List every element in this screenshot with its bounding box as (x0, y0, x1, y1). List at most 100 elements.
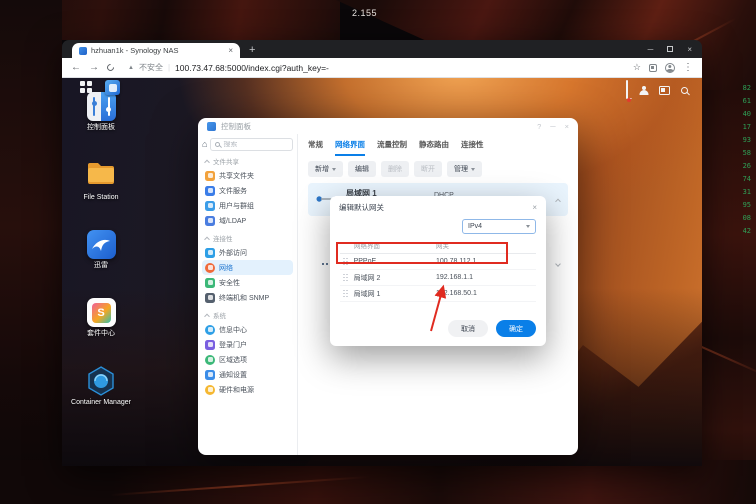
window-maximize-button[interactable] (667, 46, 674, 52)
sidebar-search[interactable] (210, 138, 293, 151)
browser-menu-icon[interactable]: ⋮ (683, 62, 693, 73)
search-input[interactable] (223, 141, 288, 148)
close-icon[interactable]: × (565, 122, 569, 131)
sidebar-item-shared-folder[interactable]: 共享文件夹 (202, 168, 293, 183)
main-menu-icon[interactable] (80, 81, 94, 95)
expand-chevron-icon[interactable] (555, 261, 561, 267)
home-icon[interactable]: ⌂ (202, 140, 207, 149)
url-text: 100.73.47.68:5000/index.cgi?auth_key=- (175, 62, 329, 73)
control-panel-titlebar[interactable]: 控制面板 ? ─ × (198, 118, 578, 134)
gateway-row-lan1[interactable]: 局域网 1 192.168.50.1 (340, 286, 536, 302)
network-icon (205, 262, 215, 273)
manage-button[interactable]: 管理 (447, 161, 482, 177)
ok-button[interactable]: 确定 (496, 320, 536, 337)
synology-favicon (79, 46, 87, 55)
shortcut-control-panel[interactable]: 控制面板 (67, 92, 135, 132)
network-tabs: 常规 网络界面 流量控制 静态路由 连接性 (308, 137, 568, 156)
search-icon[interactable] (681, 86, 688, 94)
minimize-icon[interactable]: ─ (550, 122, 555, 131)
file-services-icon (205, 185, 215, 196)
terminal-icon (205, 292, 215, 303)
security-shield-icon (205, 277, 215, 288)
create-button[interactable]: 新增 (308, 161, 343, 177)
ip-version-dropdown[interactable]: IPv4 (462, 219, 536, 234)
sidebar-item-info-center[interactable]: 信息中心 (202, 322, 293, 337)
tab-static-route[interactable]: 静态路由 (419, 139, 449, 156)
dsm-tray (626, 80, 688, 102)
sidebar-item-login-portal[interactable]: 登录门户 (202, 337, 293, 352)
reload-icon[interactable] (105, 62, 116, 73)
wallpaper-shard (0, 0, 62, 504)
pinned-app-icon[interactable] (105, 80, 120, 95)
search-icon (215, 142, 221, 147)
drag-handle-icon[interactable] (343, 292, 345, 295)
user-group-icon (205, 200, 215, 211)
extensions-icon[interactable] (649, 63, 657, 72)
shortcut-package-center[interactable]: S 套件中心 (67, 298, 135, 338)
help-icon[interactable]: ? (537, 122, 541, 131)
edit-button[interactable]: 编辑 (348, 161, 376, 177)
browser-address-bar: ← → ▲ 不安全 | 100.73.47.68:5000/index.cgi?… (62, 58, 702, 78)
file-station-folder-icon (86, 160, 116, 191)
drag-handle-icon[interactable] (343, 276, 345, 279)
browser-tab[interactable]: hzhuan1k - Synology NAS × (72, 43, 240, 58)
dialog-close-icon[interactable]: × (532, 203, 537, 212)
tab-network-interface[interactable]: 网络界面 (335, 139, 365, 156)
back-icon[interactable]: ← (71, 62, 81, 73)
sidebar-section-system[interactable]: 系统 (204, 310, 290, 320)
sidebar-section-connectivity[interactable]: 连接性 (204, 233, 290, 243)
tab-close-icon[interactable]: × (228, 46, 233, 55)
collapse-chevron-icon[interactable] (555, 198, 561, 204)
profile-icon[interactable] (665, 62, 675, 73)
not-secure-icon: ▲ (128, 64, 134, 71)
sidebar-item-hardware-power[interactable]: 硬件和电源 (202, 382, 293, 397)
delete-button[interactable]: 删除 (381, 161, 409, 177)
pppoe-dots-icon (322, 262, 325, 266)
gateway-row-pppoe[interactable]: PPPoE 100.78.112.1 (340, 254, 536, 270)
info-center-icon (205, 324, 215, 335)
user-account-icon[interactable] (639, 86, 648, 95)
forward-icon[interactable]: → (89, 62, 99, 73)
gateway-table-header: 网络界面 网关 (340, 238, 536, 254)
tab-traffic-control[interactable]: 流量控制 (377, 139, 407, 156)
sidebar-section-file-sharing[interactable]: 文件共享 (204, 156, 290, 166)
wallpaper-annotation: 2.155 (352, 8, 378, 18)
sidebar-item-user-group[interactable]: 用户与群组 (202, 198, 293, 213)
sidebar-item-notification[interactable]: 通知设置 (202, 367, 293, 382)
sidebar-item-external-access[interactable]: 外部访问 (202, 245, 293, 260)
control-panel-sidebar: ⌂ 文件共享 共享文件夹 (198, 134, 298, 455)
window-minimize-button[interactable]: ─ (648, 45, 654, 54)
sidebar-item-network[interactable]: 网络 (202, 260, 293, 275)
dsm-desktop: 控制面板 File Station 迅雷 S 套件中心 Container Ma… (62, 78, 702, 466)
drag-handle-icon[interactable] (343, 260, 345, 263)
hardware-power-icon (205, 384, 215, 395)
bookmark-star-icon[interactable]: ☆ (633, 63, 641, 72)
url-field[interactable]: ▲ 不安全 | 100.73.47.68:5000/index.cgi?auth… (122, 62, 625, 73)
notifications-chat-icon[interactable] (626, 80, 631, 102)
disconnect-button[interactable]: 断开 (414, 161, 442, 177)
dialog-title: 编辑默认网关 (339, 203, 384, 212)
notification-icon (205, 369, 215, 380)
caret-down-icon (471, 167, 475, 171)
tab-connectivity[interactable]: 连接性 (461, 139, 484, 156)
sidebar-item-terminal-snmp[interactable]: 终端机和 SNMP (202, 290, 293, 305)
shortcut-container-manager[interactable]: Container Manager (67, 366, 135, 407)
shortcut-file-station[interactable]: File Station (67, 160, 135, 202)
wallpaper-digits: 82 61 40 17 93 58 26 74 31 95 08 42 (742, 84, 751, 235)
gateway-row-lan2[interactable]: 局域网 2 192.168.1.1 (340, 270, 536, 286)
sidebar-item-file-services[interactable]: 文件服务 (202, 183, 293, 198)
container-manager-icon (86, 366, 116, 396)
shortcut-thunder[interactable]: 迅雷 (67, 230, 135, 270)
new-tab-button[interactable]: + (249, 44, 255, 56)
sidebar-item-security[interactable]: 安全性 (202, 275, 293, 290)
control-panel-app-icon (207, 121, 216, 131)
widgets-icon[interactable] (659, 85, 670, 95)
browser-window: hzhuan1k - Synology NAS × + ─ × ← → ▲ 不安… (62, 40, 702, 466)
sidebar-item-domain-ldap[interactable]: 域/LDAP (202, 213, 293, 228)
window-close-button[interactable]: × (687, 45, 692, 54)
not-secure-label: 不安全 (138, 63, 163, 72)
tab-general[interactable]: 常规 (308, 139, 323, 156)
sidebar-item-regional-options[interactable]: 区域选项 (202, 352, 293, 367)
cancel-button[interactable]: 取消 (448, 320, 488, 337)
browser-window-controls: ─ × (648, 40, 692, 58)
